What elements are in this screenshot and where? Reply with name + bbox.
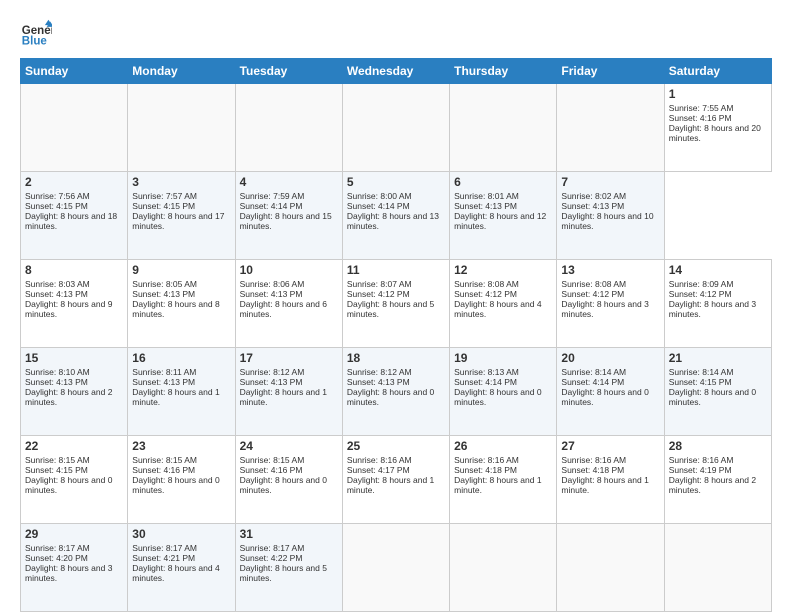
day-of-week-thursday: Thursday [450, 59, 557, 84]
day-of-week-wednesday: Wednesday [342, 59, 449, 84]
day-cell-13: 13Sunrise: 8:08 AMSunset: 4:12 PMDayligh… [557, 260, 664, 348]
empty-cell [450, 524, 557, 612]
day-cell-1: 1Sunrise: 7:55 AMSunset: 4:16 PMDaylight… [664, 84, 771, 172]
day-cell-9: 9Sunrise: 8:05 AMSunset: 4:13 PMDaylight… [128, 260, 235, 348]
day-cell-17: 17Sunrise: 8:12 AMSunset: 4:13 PMDayligh… [235, 348, 342, 436]
day-of-week-friday: Friday [557, 59, 664, 84]
empty-cell [557, 84, 664, 172]
day-cell-28: 28Sunrise: 8:16 AMSunset: 4:19 PMDayligh… [664, 436, 771, 524]
empty-cell [342, 524, 449, 612]
day-cell-4: 4Sunrise: 7:59 AMSunset: 4:14 PMDaylight… [235, 172, 342, 260]
days-of-week-row: SundayMondayTuesdayWednesdayThursdayFrid… [21, 59, 772, 84]
day-cell-7: 7Sunrise: 8:02 AMSunset: 4:13 PMDaylight… [557, 172, 664, 260]
day-cell-18: 18Sunrise: 8:12 AMSunset: 4:13 PMDayligh… [342, 348, 449, 436]
day-cell-6: 6Sunrise: 8:01 AMSunset: 4:13 PMDaylight… [450, 172, 557, 260]
day-cell-30: 30Sunrise: 8:17 AMSunset: 4:21 PMDayligh… [128, 524, 235, 612]
day-of-week-monday: Monday [128, 59, 235, 84]
calendar-table: SundayMondayTuesdayWednesdayThursdayFrid… [20, 58, 772, 612]
day-cell-15: 15Sunrise: 8:10 AMSunset: 4:13 PMDayligh… [21, 348, 128, 436]
empty-cell [664, 524, 771, 612]
day-cell-12: 12Sunrise: 8:08 AMSunset: 4:12 PMDayligh… [450, 260, 557, 348]
week-row-6: 29Sunrise: 8:17 AMSunset: 4:20 PMDayligh… [21, 524, 772, 612]
logo-icon: General Blue [20, 18, 52, 50]
calendar-body: 1Sunrise: 7:55 AMSunset: 4:16 PMDaylight… [21, 84, 772, 612]
day-cell-25: 25Sunrise: 8:16 AMSunset: 4:17 PMDayligh… [342, 436, 449, 524]
day-cell-14: 14Sunrise: 8:09 AMSunset: 4:12 PMDayligh… [664, 260, 771, 348]
day-cell-16: 16Sunrise: 8:11 AMSunset: 4:13 PMDayligh… [128, 348, 235, 436]
empty-cell [342, 84, 449, 172]
day-of-week-sunday: Sunday [21, 59, 128, 84]
day-cell-26: 26Sunrise: 8:16 AMSunset: 4:18 PMDayligh… [450, 436, 557, 524]
calendar-page: General Blue SundayMondayTuesdayWednesda… [0, 0, 792, 612]
day-cell-10: 10Sunrise: 8:06 AMSunset: 4:13 PMDayligh… [235, 260, 342, 348]
day-of-week-tuesday: Tuesday [235, 59, 342, 84]
empty-cell [235, 84, 342, 172]
day-cell-8: 8Sunrise: 8:03 AMSunset: 4:13 PMDaylight… [21, 260, 128, 348]
day-cell-31: 31Sunrise: 8:17 AMSunset: 4:22 PMDayligh… [235, 524, 342, 612]
empty-cell [128, 84, 235, 172]
week-row-5: 22Sunrise: 8:15 AMSunset: 4:15 PMDayligh… [21, 436, 772, 524]
day-cell-5: 5Sunrise: 8:00 AMSunset: 4:14 PMDaylight… [342, 172, 449, 260]
empty-cell [450, 84, 557, 172]
day-cell-3: 3Sunrise: 7:57 AMSunset: 4:15 PMDaylight… [128, 172, 235, 260]
logo: General Blue [20, 18, 56, 50]
week-row-4: 15Sunrise: 8:10 AMSunset: 4:13 PMDayligh… [21, 348, 772, 436]
day-cell-29: 29Sunrise: 8:17 AMSunset: 4:20 PMDayligh… [21, 524, 128, 612]
header: General Blue [20, 18, 772, 50]
day-cell-21: 21Sunrise: 8:14 AMSunset: 4:15 PMDayligh… [664, 348, 771, 436]
day-cell-24: 24Sunrise: 8:15 AMSunset: 4:16 PMDayligh… [235, 436, 342, 524]
day-cell-20: 20Sunrise: 8:14 AMSunset: 4:14 PMDayligh… [557, 348, 664, 436]
day-cell-23: 23Sunrise: 8:15 AMSunset: 4:16 PMDayligh… [128, 436, 235, 524]
empty-cell [557, 524, 664, 612]
week-row-1: 1Sunrise: 7:55 AMSunset: 4:16 PMDaylight… [21, 84, 772, 172]
day-cell-22: 22Sunrise: 8:15 AMSunset: 4:15 PMDayligh… [21, 436, 128, 524]
day-of-week-saturday: Saturday [664, 59, 771, 84]
empty-cell [21, 84, 128, 172]
week-row-3: 8Sunrise: 8:03 AMSunset: 4:13 PMDaylight… [21, 260, 772, 348]
svg-text:Blue: Blue [22, 36, 48, 48]
day-cell-19: 19Sunrise: 8:13 AMSunset: 4:14 PMDayligh… [450, 348, 557, 436]
day-cell-27: 27Sunrise: 8:16 AMSunset: 4:18 PMDayligh… [557, 436, 664, 524]
day-cell-2: 2Sunrise: 7:56 AMSunset: 4:15 PMDaylight… [21, 172, 128, 260]
day-cell-11: 11Sunrise: 8:07 AMSunset: 4:12 PMDayligh… [342, 260, 449, 348]
week-row-2: 2Sunrise: 7:56 AMSunset: 4:15 PMDaylight… [21, 172, 772, 260]
